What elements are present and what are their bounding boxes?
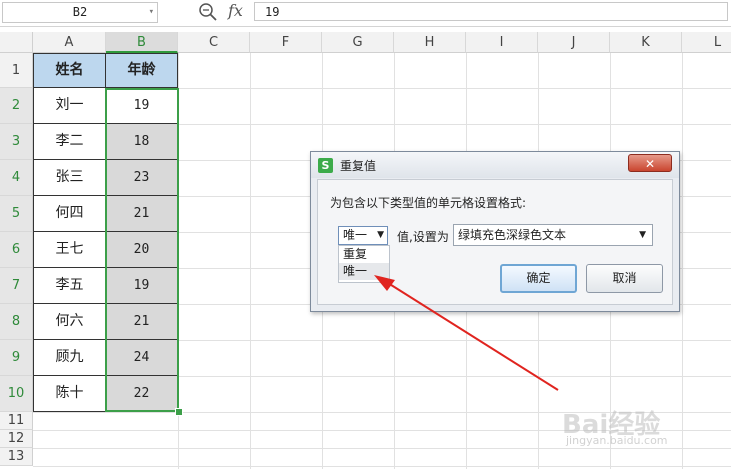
table-cell-name[interactable]: 刘一 — [33, 88, 106, 124]
table-cell-name[interactable]: 何四 — [33, 196, 106, 232]
close-button[interactable]: ✕ — [628, 154, 672, 172]
column-header-i[interactable]: I — [466, 32, 538, 53]
function-icon[interactable]: fx — [228, 1, 243, 20]
table-cell-age[interactable]: 19 — [106, 268, 178, 304]
table-cell-name[interactable]: 陈十 — [33, 376, 106, 412]
header-cell-age[interactable]: 年龄 — [106, 53, 178, 88]
format-selected: 绿填充色深绿色文本 — [458, 228, 567, 242]
table-cell-age[interactable]: 20 — [106, 232, 178, 268]
option-duplicate[interactable]: 重复 — [339, 246, 389, 263]
row-header-6[interactable]: 6 — [0, 232, 33, 268]
table-cell-name[interactable]: 李二 — [33, 124, 106, 160]
row-header-7[interactable]: 7 — [0, 268, 33, 304]
option-unique[interactable]: 唯一 — [339, 263, 389, 280]
row-header-4[interactable]: 4 — [0, 160, 33, 196]
table-cell-age[interactable]: 21 — [106, 304, 178, 340]
row-header-9[interactable]: 9 — [0, 340, 33, 376]
select-all-corner[interactable] — [0, 32, 33, 53]
table-cell-age[interactable]: 24 — [106, 340, 178, 376]
value-type-select[interactable]: 唯一 ▼ — [338, 226, 388, 245]
row-header-12[interactable]: 12 — [0, 430, 33, 448]
value-type-dropdown-list: 重复 唯一 — [338, 245, 390, 283]
column-header-j[interactable]: J — [538, 32, 610, 53]
column-header-a[interactable]: A — [33, 32, 106, 53]
table-cell-name[interactable]: 王七 — [33, 232, 106, 268]
dropdown-arrow-icon: ▼ — [377, 230, 384, 240]
column-header-f[interactable]: F — [250, 32, 322, 53]
dropdown-arrow-icon: ▼ — [639, 230, 646, 240]
fill-handle[interactable] — [175, 408, 183, 416]
column-header-g[interactable]: G — [322, 32, 394, 53]
table-cell-age[interactable]: 23 — [106, 160, 178, 196]
column-header-k[interactable]: K — [610, 32, 682, 53]
table-cell-age[interactable]: 18 — [106, 124, 178, 160]
cancel-button[interactable]: 取消 — [586, 264, 663, 293]
name-box[interactable]: B2 ▾ — [2, 2, 158, 23]
column-header-h[interactable]: H — [394, 32, 466, 53]
zoom-icon[interactable] — [198, 2, 218, 22]
table-cell-age[interactable]: 21 — [106, 196, 178, 232]
table-cell-age[interactable]: 19 — [106, 88, 178, 124]
row-header-8[interactable]: 8 — [0, 304, 33, 340]
table-cell-age[interactable]: 22 — [106, 376, 178, 412]
format-select[interactable]: 绿填充色深绿色文本 ▼ — [453, 224, 653, 246]
row-header-2[interactable]: 2 — [0, 88, 33, 124]
column-header-l[interactable]: L — [682, 32, 731, 53]
dialog-title: 重复值 — [340, 159, 377, 173]
row-header-3[interactable]: 3 — [0, 124, 33, 160]
header-cell-name[interactable]: 姓名 — [33, 53, 106, 88]
row-header-13[interactable]: 13 — [0, 448, 33, 466]
row-header-5[interactable]: 5 — [0, 196, 33, 232]
formula-bar: B2 ▾ fx 19 — [0, 0, 731, 27]
ok-button[interactable]: 确定 — [500, 264, 577, 293]
chevron-down-icon[interactable]: ▾ — [149, 3, 154, 22]
table-cell-name[interactable]: 张三 — [33, 160, 106, 196]
duplicate-values-dialog: S 重复值 ✕ 为包含以下类型值的单元格设置格式: 唯一 ▼ 重复 唯一 值,设… — [310, 151, 680, 312]
table-cell-name[interactable]: 顾九 — [33, 340, 106, 376]
value-type-selected: 唯一 — [343, 228, 368, 242]
name-box-value: B2 — [72, 5, 88, 19]
set-as-label: 值,设置为 — [397, 230, 449, 244]
row-header-1[interactable]: 1 — [0, 53, 33, 88]
table-cell-name[interactable]: 何六 — [33, 304, 106, 340]
dialog-prompt: 为包含以下类型值的单元格设置格式: — [330, 196, 527, 210]
baidu-watermark-url: jingyan.baidu.com — [566, 434, 668, 447]
row-header-11[interactable]: 11 — [0, 412, 33, 430]
dialog-titlebar[interactable]: S 重复值 ✕ — [311, 152, 679, 178]
formula-input[interactable]: 19 — [254, 2, 728, 21]
row-header-10[interactable]: 10 — [0, 376, 33, 412]
column-header-c[interactable]: C — [178, 32, 250, 53]
column-header-b[interactable]: B — [106, 32, 178, 53]
table-cell-name[interactable]: 李五 — [33, 268, 106, 304]
wps-logo-icon: S — [318, 158, 333, 173]
dialog-body: 为包含以下类型值的单元格设置格式: 唯一 ▼ 重复 唯一 值,设置为 绿填充色深… — [317, 179, 673, 305]
